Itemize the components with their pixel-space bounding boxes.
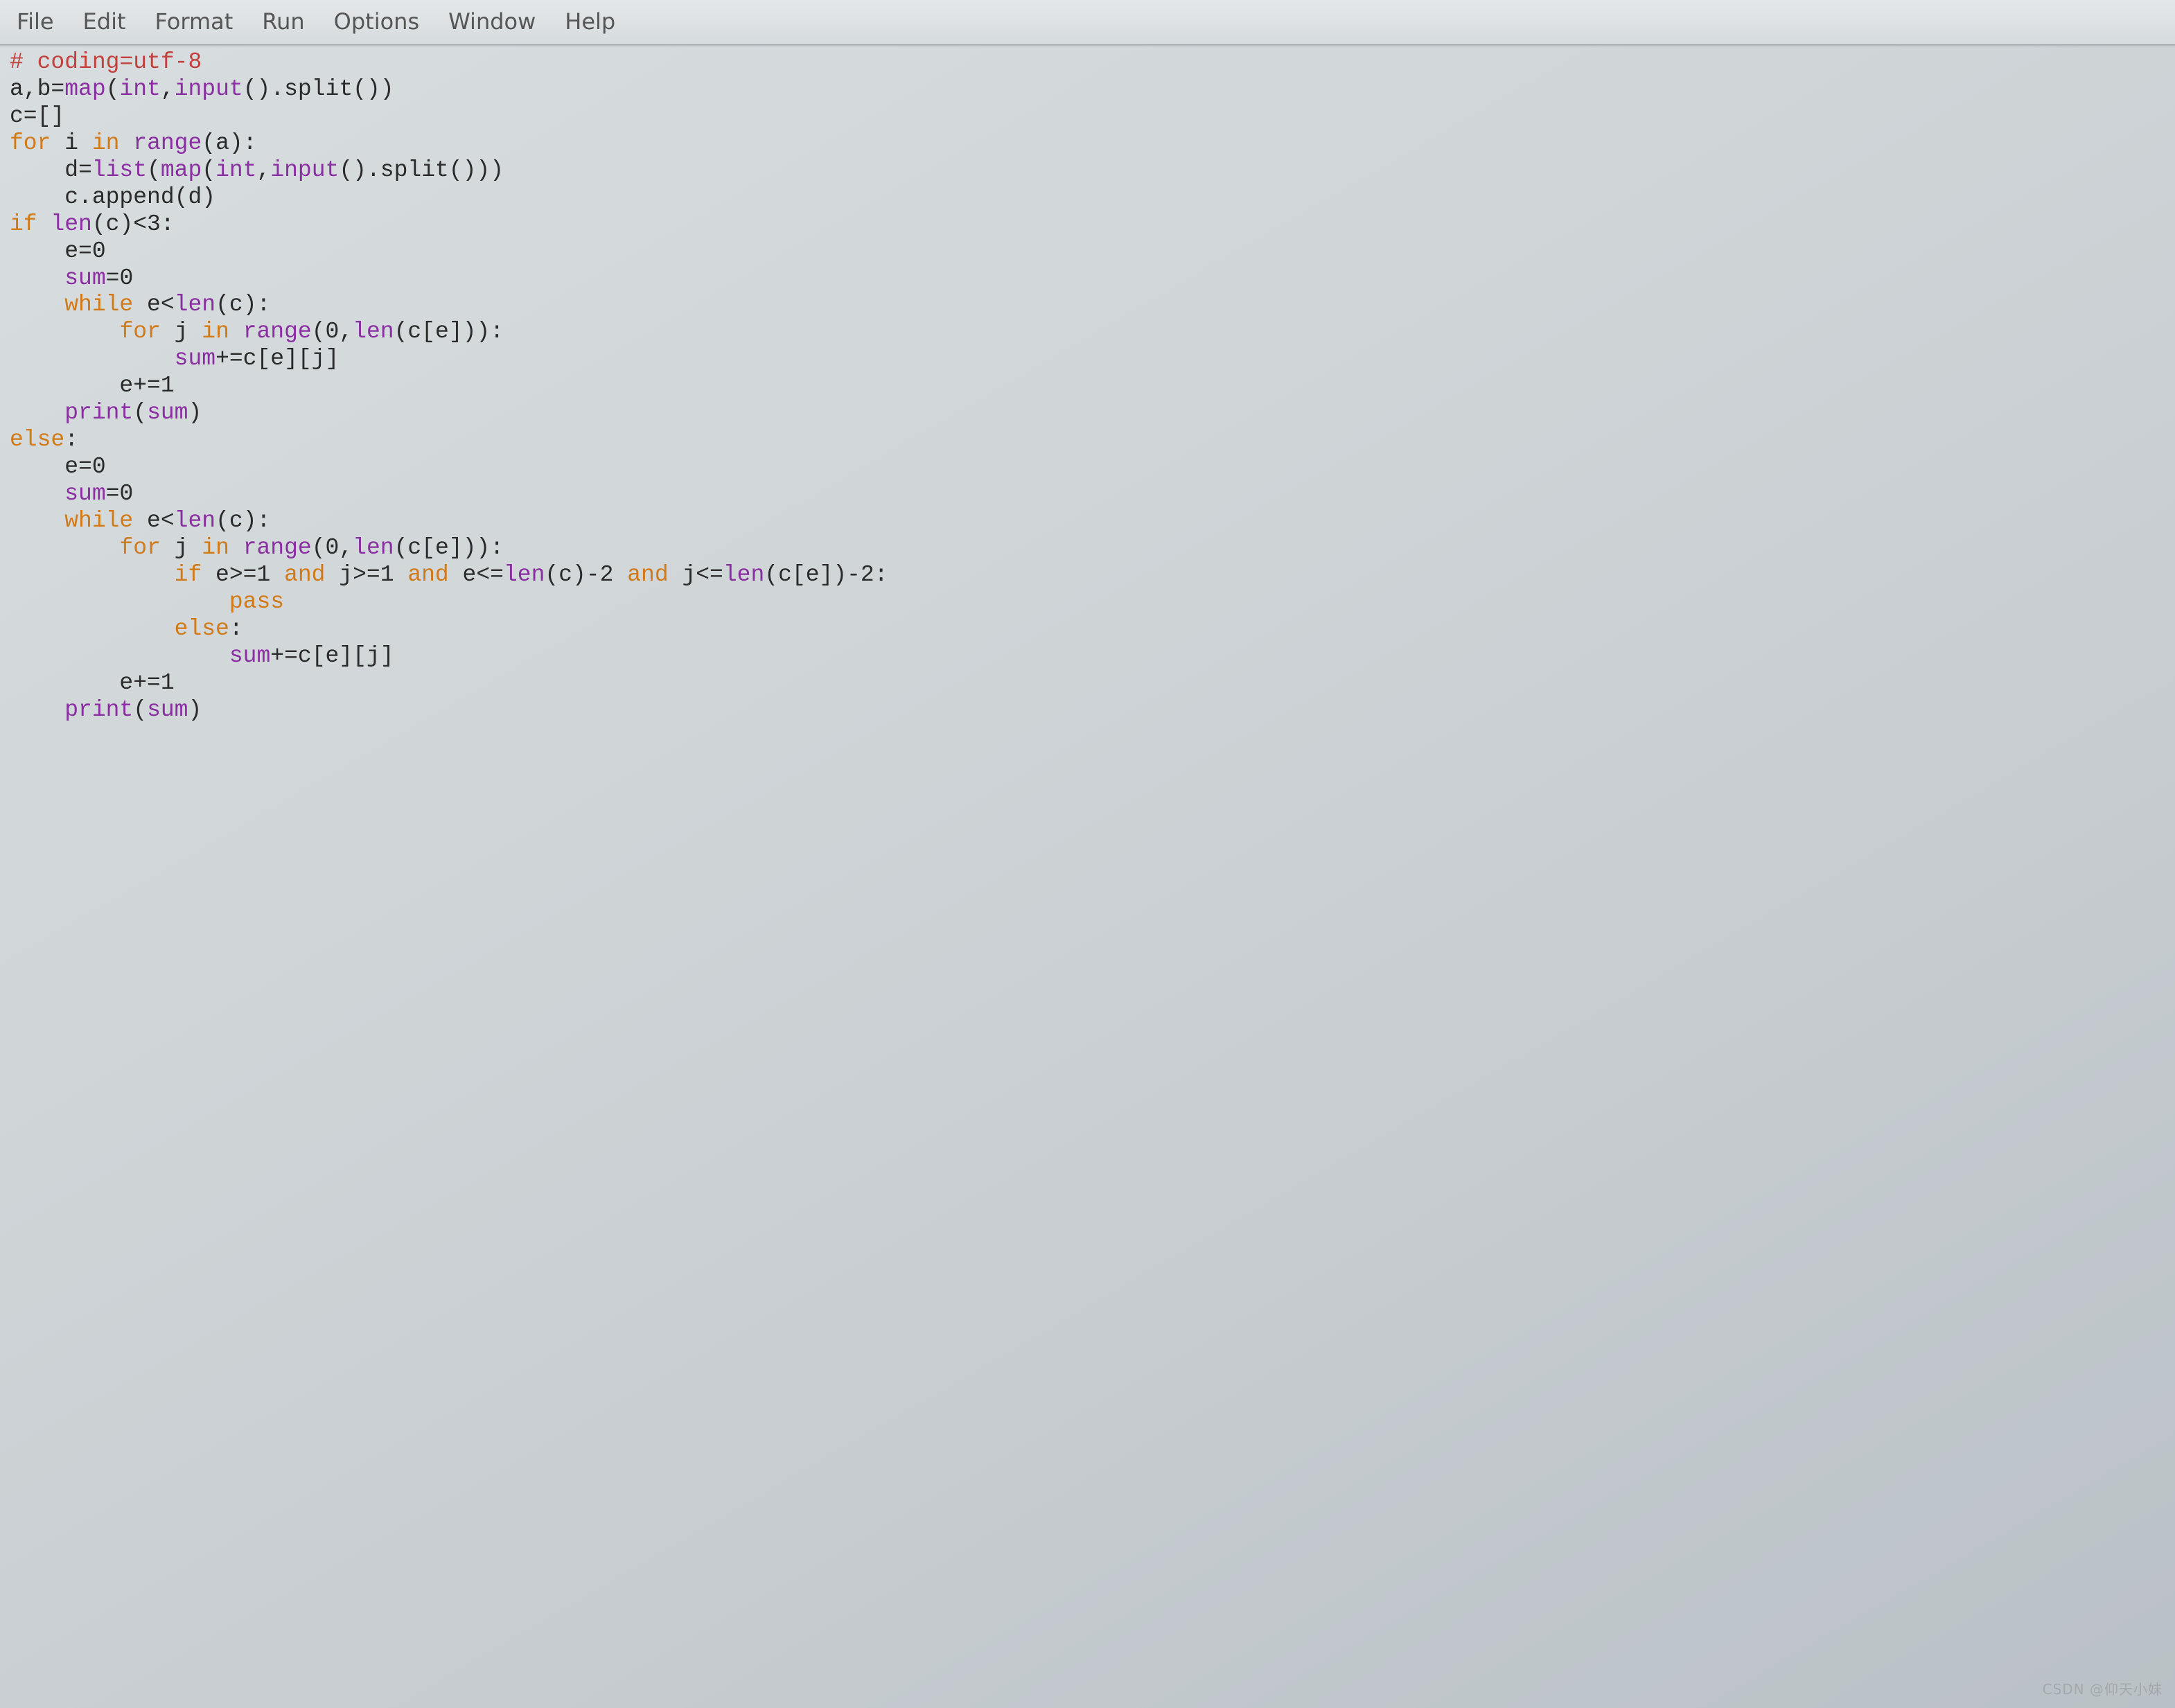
menu-run[interactable]: Run <box>262 8 304 35</box>
code-line-18: while e<len(c): <box>10 508 270 534</box>
menu-options[interactable]: Options <box>334 8 419 35</box>
code-line-1: # coding=utf-8 <box>10 49 202 75</box>
code-line-15: else: <box>10 427 78 452</box>
code-line-8: e=0 <box>10 238 106 264</box>
code-line-6: c.append(d) <box>10 184 215 210</box>
code-line-10: while e<len(c): <box>10 292 270 317</box>
menu-bar: File Edit Format Run Options Window Help <box>0 0 2175 45</box>
code-line-4: for i in range(a): <box>10 130 257 156</box>
code-line-7: if len(c)<3: <box>10 211 175 237</box>
code-line-14: print(sum) <box>10 400 202 425</box>
code-line-5: d=list(map(int,input().split())) <box>10 157 504 183</box>
menu-help[interactable]: Help <box>565 8 615 35</box>
code-line-17: sum=0 <box>10 481 133 507</box>
code-line-23: sum+=c[e][j] <box>10 643 394 669</box>
code-line-19: for j in range(0,len(c[e])): <box>10 535 504 561</box>
menu-file[interactable]: File <box>17 8 54 35</box>
code-line-16: e=0 <box>10 454 106 479</box>
code-line-13: e+=1 <box>10 373 175 398</box>
code-line-21: pass <box>10 589 284 615</box>
menu-window[interactable]: Window <box>448 8 536 35</box>
menu-format[interactable]: Format <box>155 8 234 35</box>
code-line-20: if e>=1 and j>=1 and e<=len(c)-2 and j<=… <box>10 562 888 588</box>
code-line-9: sum=0 <box>10 265 133 291</box>
code-line-2: a,b=map(int,input().split()) <box>10 76 394 102</box>
code-line-25: print(sum) <box>10 697 202 723</box>
menu-edit[interactable]: Edit <box>83 8 126 35</box>
code-line-12: sum+=c[e][j] <box>10 346 339 371</box>
code-line-11: for j in range(0,len(c[e])): <box>10 319 504 344</box>
code-line-3: c=[] <box>10 103 64 129</box>
code-line-24: e+=1 <box>10 670 175 696</box>
code-line-22: else: <box>10 616 243 642</box>
watermark-text: CSDN @仰天小妹 <box>2043 1678 2163 1698</box>
menu-separator <box>0 45 2175 46</box>
code-editor[interactable]: # coding=utf-8 a,b=map(int,input().split… <box>0 46 2175 751</box>
